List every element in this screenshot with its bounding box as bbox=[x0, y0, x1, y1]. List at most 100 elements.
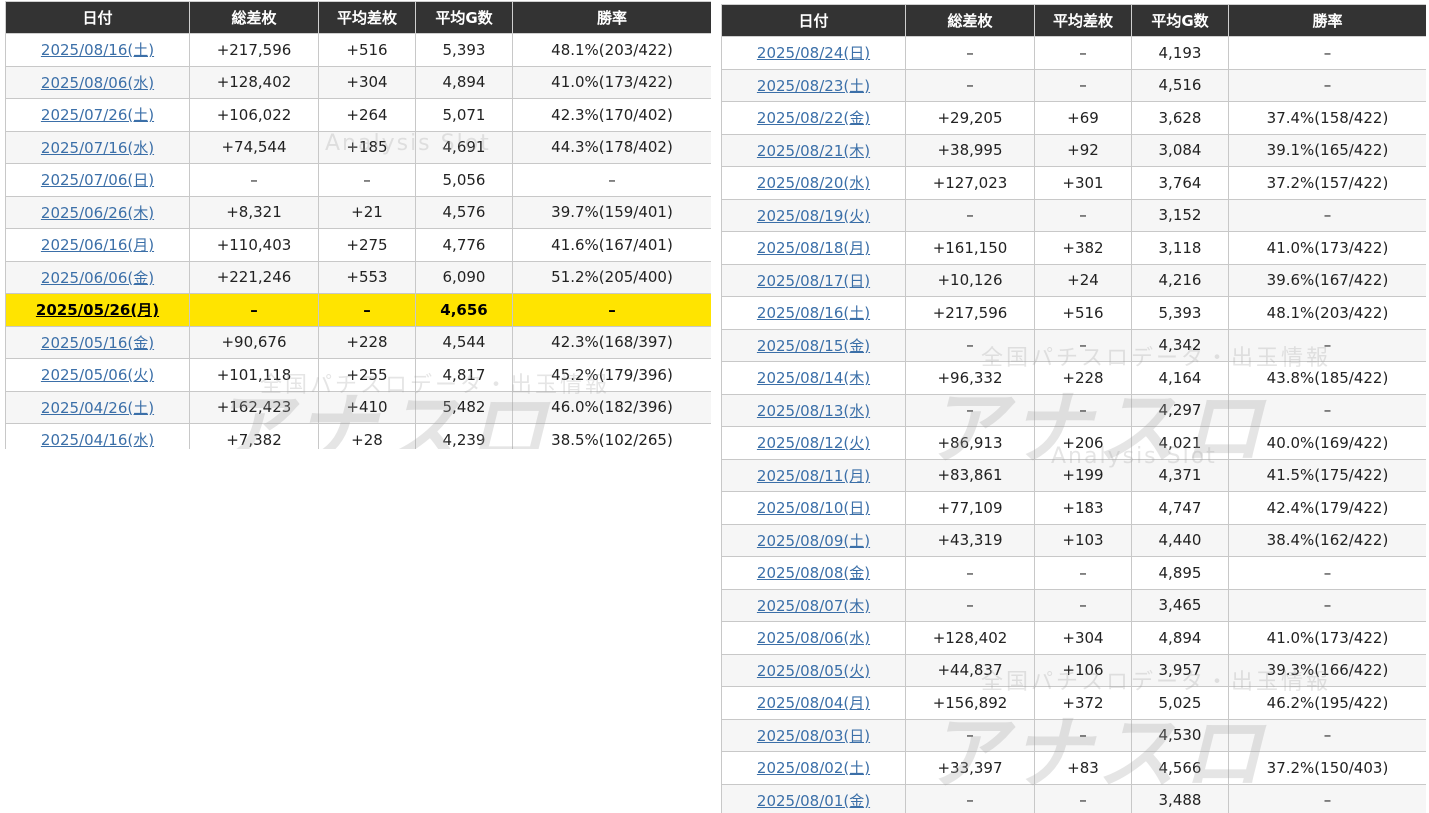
date-link[interactable]: 2025/08/20(水) bbox=[757, 174, 870, 192]
header-avg-diff: 平均差枚 bbox=[1034, 4, 1132, 37]
date-link[interactable]: 2025/04/26(土) bbox=[41, 399, 154, 417]
date-link[interactable]: 2025/08/16(土) bbox=[41, 41, 154, 59]
win-rate-cell: 37.2%(157/422) bbox=[1228, 166, 1426, 200]
win-rate-cell: 37.2%(150/403) bbox=[1228, 751, 1426, 785]
win-rate-cell: 37.4%(158/422) bbox=[1228, 101, 1426, 135]
table-row: 2025/08/02(土) +33,397 +83 4,566 37.2%(150/40… bbox=[721, 751, 1426, 785]
table-header-row: 日付 総差枚 平均差枚 平均G数 勝率 bbox=[721, 4, 1426, 37]
date-link[interactable]: 2025/08/06(水) bbox=[41, 74, 154, 92]
date-link[interactable]: 2025/08/21(木) bbox=[757, 142, 870, 160]
win-rate-cell: 42.4%(179/422) bbox=[1228, 491, 1426, 525]
win-rate-cell: – bbox=[1228, 68, 1426, 102]
date-link[interactable]: 2025/08/19(火) bbox=[757, 207, 870, 225]
date-link[interactable]: 2025/08/23(土) bbox=[757, 77, 870, 95]
date-link[interactable]: 2025/08/18(月) bbox=[757, 239, 870, 257]
date-link[interactable]: 2025/08/01(金) bbox=[757, 792, 870, 810]
date-link[interactable]: 2025/08/02(土) bbox=[757, 759, 870, 777]
win-rate-cell: – bbox=[512, 163, 711, 197]
date-link[interactable]: 2025/05/06(火) bbox=[41, 366, 154, 384]
header-avg-diff: 平均差枚 bbox=[318, 1, 416, 34]
table-row: 2025/08/14(木) +96,332 +228 4,164 43.8%(185/4… bbox=[721, 361, 1426, 395]
date-link[interactable]: 2025/08/08(金) bbox=[757, 564, 870, 582]
avg-games-cell: 4,566 bbox=[1131, 751, 1229, 785]
avg-diff-cell: +304 bbox=[318, 65, 416, 99]
date-link[interactable]: 2025/08/11(月) bbox=[757, 467, 870, 485]
total-diff-cell: – bbox=[905, 328, 1035, 362]
win-rate-cell: 39.1%(165/422) bbox=[1228, 133, 1426, 167]
avg-games-cell: 4,544 bbox=[415, 325, 513, 359]
win-rate-cell: 39.3%(166/422) bbox=[1228, 653, 1426, 687]
header-avg-games: 平均G数 bbox=[1131, 4, 1229, 37]
table-row: 2025/07/16(水) +74,544 +185 4,691 44.3%(178/4… bbox=[5, 130, 711, 164]
date-link[interactable]: 2025/08/05(火) bbox=[757, 662, 870, 680]
date-link[interactable]: 2025/06/26(木) bbox=[41, 204, 154, 222]
date-link[interactable]: 2025/08/07(木) bbox=[757, 597, 870, 615]
date-link[interactable]: 2025/08/24(日) bbox=[757, 44, 870, 62]
date-link[interactable]: 2025/08/22(金) bbox=[757, 109, 870, 127]
date-cell: 2025/07/26(土) bbox=[5, 98, 190, 132]
table-row: 2025/08/21(木) +38,995 +92 3,084 39.1%(165/42… bbox=[721, 133, 1426, 167]
avg-games-cell: 3,152 bbox=[1131, 198, 1229, 232]
date-cell: 2025/07/16(水) bbox=[5, 130, 190, 164]
date-link[interactable]: 2025/08/12(火) bbox=[757, 434, 870, 452]
date-link[interactable]: 2025/08/04(月) bbox=[757, 694, 870, 712]
win-rate-cell: 41.0%(173/422) bbox=[1228, 231, 1426, 265]
avg-games-cell: 3,084 bbox=[1131, 133, 1229, 167]
total-diff-cell: – bbox=[905, 556, 1035, 590]
date-cell: 2025/05/06(火) bbox=[5, 358, 190, 392]
date-link[interactable]: 2025/08/10(日) bbox=[757, 499, 870, 517]
total-diff-cell: +38,995 bbox=[905, 133, 1035, 167]
date-link[interactable]: 2025/08/13(水) bbox=[757, 402, 870, 420]
date-link[interactable]: 2025/04/16(水) bbox=[41, 431, 154, 449]
total-diff-cell: +86,913 bbox=[905, 426, 1035, 460]
date-link[interactable]: 2025/06/06(金) bbox=[41, 269, 154, 287]
avg-games-cell: 5,393 bbox=[415, 33, 513, 67]
total-diff-cell: +7,382 bbox=[189, 423, 319, 449]
date-cell: 2025/08/19(火) bbox=[721, 198, 906, 232]
date-link[interactable]: 2025/08/03(日) bbox=[757, 727, 870, 745]
table-row: 2025/08/16(土) +217,596 +516 5,393 48.1%(203/… bbox=[5, 33, 711, 67]
date-link[interactable]: 2025/08/17(日) bbox=[757, 272, 870, 290]
avg-diff-cell: +21 bbox=[318, 195, 416, 229]
avg-games-cell: 4,164 bbox=[1131, 361, 1229, 395]
avg-games-cell: 4,691 bbox=[415, 130, 513, 164]
total-diff-cell: +128,402 bbox=[905, 621, 1035, 655]
table-row: 2025/08/23(土) – –4,516– bbox=[721, 68, 1426, 102]
date-link[interactable]: 2025/08/14(木) bbox=[757, 369, 870, 387]
date-cell: 2025/08/24(日) bbox=[721, 36, 906, 70]
date-cell: 2025/08/01(金) bbox=[721, 783, 906, 813]
total-diff-cell: +217,596 bbox=[905, 296, 1035, 330]
avg-games-cell: 3,628 bbox=[1131, 101, 1229, 135]
avg-games-cell: 5,482 bbox=[415, 390, 513, 424]
avg-diff-cell: – bbox=[1034, 328, 1132, 362]
date-link[interactable]: 2025/08/06(水) bbox=[757, 629, 870, 647]
date-cell: 2025/08/07(木) bbox=[721, 588, 906, 622]
total-diff-cell: +83,861 bbox=[905, 458, 1035, 492]
total-diff-cell: +217,596 bbox=[189, 33, 319, 67]
date-link[interactable]: 2025/05/26(月) bbox=[36, 301, 159, 319]
date-link[interactable]: 2025/07/16(水) bbox=[41, 139, 154, 157]
avg-games-cell: 4,747 bbox=[1131, 491, 1229, 525]
total-diff-cell: +8,321 bbox=[189, 195, 319, 229]
total-diff-cell: +101,118 bbox=[189, 358, 319, 392]
total-diff-cell: +128,402 bbox=[189, 65, 319, 99]
avg-diff-cell: +185 bbox=[318, 130, 416, 164]
date-cell: 2025/08/16(土) bbox=[721, 296, 906, 330]
date-link[interactable]: 2025/07/06(日) bbox=[41, 171, 154, 189]
table-row: 2025/08/06(水) +128,402 +304 4,894 41.0%(173/… bbox=[5, 65, 711, 99]
table-row: 2025/08/08(金) – –4,895– bbox=[721, 556, 1426, 590]
avg-diff-cell: +199 bbox=[1034, 458, 1132, 492]
date-link[interactable]: 2025/05/16(金) bbox=[41, 334, 154, 352]
win-rate-cell: 38.4%(162/422) bbox=[1228, 523, 1426, 557]
date-link[interactable]: 2025/08/15(金) bbox=[757, 337, 870, 355]
win-rate-cell: – bbox=[1228, 328, 1426, 362]
avg-diff-cell: +275 bbox=[318, 228, 416, 262]
table-row: 2025/08/24(日) – –4,193– bbox=[721, 36, 1426, 70]
avg-games-cell: 4,021 bbox=[1131, 426, 1229, 460]
date-link[interactable]: 2025/07/26(土) bbox=[41, 106, 154, 124]
date-cell: 2025/08/09(土) bbox=[721, 523, 906, 557]
header-win-rate: 勝率 bbox=[512, 1, 711, 34]
date-link[interactable]: 2025/08/09(土) bbox=[757, 532, 870, 550]
date-link[interactable]: 2025/06/16(月) bbox=[41, 236, 154, 254]
date-link[interactable]: 2025/08/16(土) bbox=[757, 304, 870, 322]
